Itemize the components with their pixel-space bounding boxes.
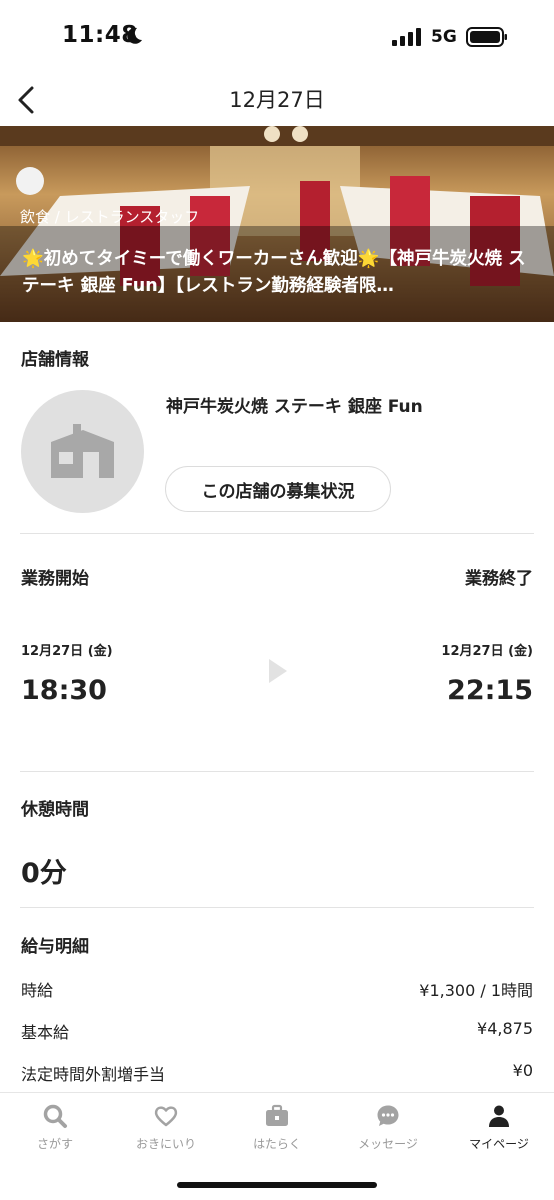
work-start-date: 12月27日 (金) <box>21 644 113 659</box>
tab-label: おきにいり <box>135 1137 196 1151</box>
pay-row-label: 法定時間外割増手当 <box>21 1065 166 1084</box>
store-avatar <box>21 390 144 513</box>
job-hero-banner: 飲食 / レストランスタッフ 🌟初めてタイミーで働くワーカーさん歓迎🌟【神戸牛炭… <box>0 126 554 322</box>
break-time-label: 休憩時間 <box>21 800 89 820</box>
pay-row-value: ¥0 <box>512 1061 533 1080</box>
tab-label: さがす <box>36 1137 73 1151</box>
pay-row-label: 基本給 <box>21 1023 70 1042</box>
store-building-icon <box>51 424 114 478</box>
work-end-time: 22:15 <box>447 675 533 706</box>
tab-work[interactable]: はたらく <box>222 1103 332 1163</box>
star-emoji: 🌟 <box>357 249 380 269</box>
work-start-label: 業務開始 <box>21 569 89 589</box>
tab-search[interactable]: さがす <box>0 1103 110 1163</box>
chat-icon <box>377 1105 399 1126</box>
home-indicator <box>177 1182 377 1188</box>
job-title: 🌟初めてタイミーで働くワーカーさん歓迎🌟【神戸牛炭火焼 ステーキ 銀座 Fun】… <box>22 249 526 296</box>
arrow-right-icon <box>269 659 287 683</box>
tab-mypage[interactable]: マイページ <box>444 1103 554 1163</box>
break-time-value: 0分 <box>21 858 67 889</box>
pay-row-value: ¥1,300 / 1時間 <box>419 981 533 1000</box>
work-start-time: 18:30 <box>21 675 107 706</box>
divider <box>20 533 534 534</box>
briefcase-icon <box>266 1104 288 1126</box>
pay-row-value: ¥4,875 <box>477 1019 533 1038</box>
job-category: 飲食 / レストランスタッフ <box>20 208 200 226</box>
nav-bar: 12月27日 <box>0 76 554 126</box>
divider <box>20 771 534 772</box>
work-end-label: 業務終了 <box>465 569 533 589</box>
battery-icon <box>466 27 507 47</box>
person-icon <box>489 1105 509 1127</box>
page-title: 12月27日 <box>229 88 325 112</box>
pay-row-label: 時給 <box>21 981 54 1000</box>
moon-icon <box>127 27 142 44</box>
star-emoji: 🌟 <box>22 249 44 269</box>
store-recruitment-status-button[interactable]: この店舗の募集状況 <box>165 466 391 512</box>
search-icon <box>43 1104 67 1128</box>
store-name[interactable]: 神戸牛炭火焼 ステーキ 銀座 Fun <box>166 392 423 417</box>
divider <box>20 907 534 908</box>
heart-icon <box>154 1106 178 1127</box>
tab-label: はたらく <box>253 1137 301 1151</box>
signal-icon <box>392 28 421 46</box>
tab-favorites[interactable]: おきにいり <box>111 1103 221 1163</box>
tab-messages[interactable]: メッセージ <box>333 1103 443 1163</box>
tab-label: メッセージ <box>358 1137 418 1151</box>
pay-section-title: 給与明細 <box>21 937 89 957</box>
status-bar: 11:48 5G <box>0 0 554 76</box>
network-type: 5G <box>431 27 457 47</box>
store-section-title: 店舗情報 <box>21 350 89 370</box>
tab-label: マイページ <box>469 1137 529 1151</box>
work-end-date: 12月27日 (金) <box>441 644 533 659</box>
